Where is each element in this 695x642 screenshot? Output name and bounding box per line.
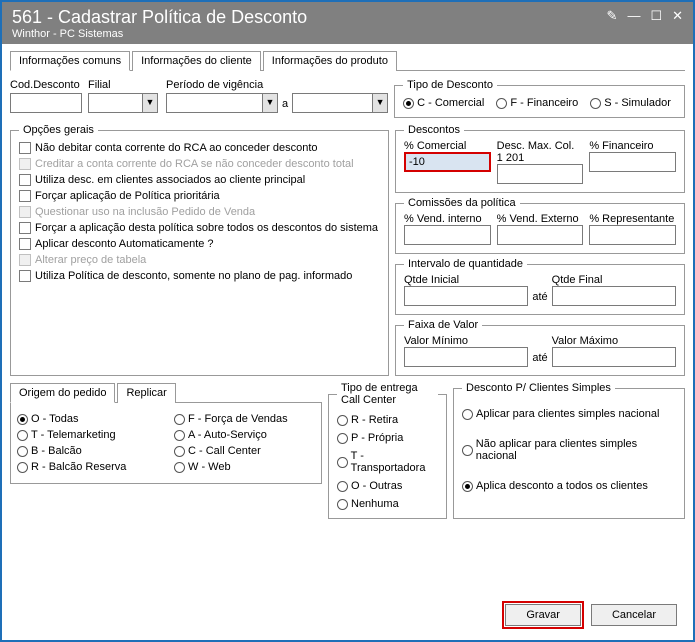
edit-icon[interactable]: ✎ [607,8,618,24]
radio-r-reserva[interactable] [17,462,28,473]
radio-w-web[interactable] [174,462,185,473]
tab-replicar[interactable]: Replicar [117,383,175,403]
tipo-desconto-legend: Tipo de Desconto [403,79,497,91]
cancelar-button[interactable]: Cancelar [591,604,677,626]
representante-input[interactable] [589,225,676,245]
gravar-button[interactable]: Gravar [505,604,581,626]
qtde-final-input[interactable] [552,286,676,306]
filial-input[interactable] [88,93,142,113]
maximize-icon[interactable]: ☐ [650,8,662,24]
tipo-desconto-group: Tipo de Desconto C - Comercial F - Finan… [394,79,685,118]
radio-o-todas[interactable] [17,414,28,425]
app-window: 561 - Cadastrar Política de Desconto Win… [0,0,695,642]
origem-pedido-box: Origem do pedido Replicar O - Todas F - … [10,382,322,519]
titlebar: 561 - Cadastrar Política de Desconto Win… [2,2,693,44]
qtde-inicial-input[interactable] [404,286,528,306]
vend-interno-input[interactable] [404,225,491,245]
close-icon[interactable]: ✕ [672,8,683,24]
chk-nao-debitar[interactable] [19,142,31,154]
perc-comercial-input[interactable] [404,152,491,172]
descontos-legend: Descontos [404,124,464,136]
chevron-down-icon[interactable]: ▼ [142,93,158,113]
radio-b-balcao[interactable] [17,446,28,457]
valor-minimo-input[interactable] [404,347,528,367]
radio-ent-outras[interactable] [337,481,348,492]
filial-label: Filial [88,79,160,91]
window-title: 561 - Cadastrar Política de Desconto [12,7,307,28]
periodo-fim-input[interactable] [292,93,372,113]
chk-questionar [19,206,31,218]
opcoes-legend: Opções gerais [19,124,98,136]
descontos-group: Descontos % Comercial Desc. Max. Col. 1 … [395,124,685,193]
chk-creditar [19,158,31,170]
radio-ent-transp[interactable] [337,457,348,468]
periodo-label: Período de vigência [166,79,388,91]
chevron-down-icon[interactable]: ▼ [262,93,278,113]
chk-alterar-preco [19,254,31,266]
comissoes-legend: Comissões da política [404,197,520,209]
main-tabbar: Informações comuns Informações do client… [10,50,685,71]
valor-maximo-input[interactable] [552,347,676,367]
desc-max-input[interactable] [497,164,584,184]
chk-aplicar-auto[interactable] [19,238,31,250]
radio-simples-nao[interactable] [462,445,473,456]
radio-f-financeiro[interactable] [496,98,507,109]
periodo-a-label: a [282,98,288,113]
cod-desconto-input[interactable] [10,93,82,113]
radio-simples-aplicar[interactable] [462,409,473,420]
window-subtitle: Winthor - PC Sistemas [12,28,307,40]
radio-t-telemarketing[interactable] [17,430,28,441]
vend-externo-input[interactable] [497,225,584,245]
comissoes-group: Comissões da política % Vend. interno % … [395,197,685,254]
opcoes-gerais-group: Opções gerais Não debitar conta corrente… [10,124,389,376]
simples-legend: Desconto P/ Clientes Simples [462,382,615,394]
entrega-group: Tipo de entrega Call Center R - Retira P… [328,382,447,519]
tab-informacoes-cliente[interactable]: Informações do cliente [132,51,261,71]
radio-a-auto[interactable] [174,430,185,441]
chk-forcar-todos[interactable] [19,222,31,234]
radio-s-simulador[interactable] [590,98,601,109]
radio-ent-retira[interactable] [337,415,348,426]
desconto-simples-group: Desconto P/ Clientes Simples Aplicar par… [453,382,685,519]
tab-informacoes-comuns[interactable]: Informações comuns [10,51,130,71]
tab-informacoes-produto[interactable]: Informações do produto [263,51,397,71]
cod-desconto-label: Cod.Desconto [10,79,82,91]
entrega-legend: Tipo de entrega Call Center [337,382,438,406]
chk-utiliza-desc-assoc[interactable] [19,174,31,186]
intervalo-group: Intervalo de quantidade Qtde Inicial até… [395,258,685,315]
minimize-icon[interactable]: — [627,8,640,23]
chk-somente-plano[interactable] [19,270,31,282]
radio-simples-todos[interactable] [462,481,473,492]
faixa-group: Faixa de Valor Valor Mínimo até Valor Má… [395,319,685,376]
tab-origem-pedido[interactable]: Origem do pedido [10,383,115,403]
periodo-inicio-input[interactable] [166,93,262,113]
faixa-legend: Faixa de Valor [404,319,482,331]
chk-forcar-prioritaria[interactable] [19,190,31,202]
radio-c-callcenter[interactable] [174,446,185,457]
radio-f-forca[interactable] [174,414,185,425]
chevron-down-icon[interactable]: ▼ [372,93,388,113]
perc-financeiro-input[interactable] [589,152,676,172]
intervalo-legend: Intervalo de quantidade [404,258,527,270]
radio-c-comercial[interactable] [403,98,414,109]
radio-ent-nenhuma[interactable] [337,499,348,510]
radio-ent-propria[interactable] [337,433,348,444]
